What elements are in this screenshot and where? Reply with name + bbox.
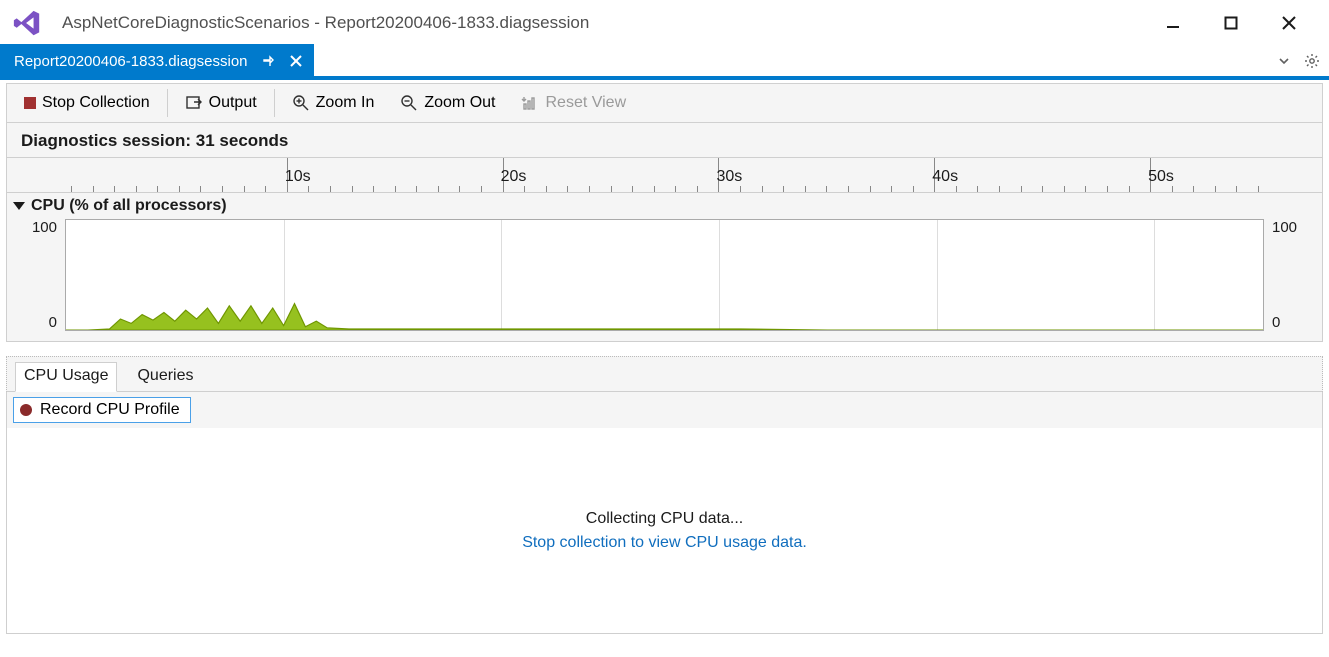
record-cpu-profile-button[interactable]: Record CPU Profile <box>13 397 191 423</box>
cpu-chart-header[interactable]: CPU (% of all processors) <box>13 197 1316 215</box>
reset-view-icon <box>521 94 539 112</box>
stop-label: Stop Collection <box>42 94 150 112</box>
zoom-out-button[interactable]: Zoom Out <box>387 87 508 119</box>
spacer <box>6 342 1323 356</box>
stop-icon <box>24 97 36 109</box>
cpu-chart-title: CPU (% of all processors) <box>31 197 227 215</box>
collecting-status: Collecting CPU data... <box>586 510 743 528</box>
window-controls <box>1155 5 1307 41</box>
y-min-label: 0 <box>49 314 57 331</box>
zoom-out-label: Zoom Out <box>424 94 495 112</box>
stop-collection-button[interactable]: Stop Collection <box>11 87 163 119</box>
output-label: Output <box>209 94 257 112</box>
document-tab[interactable]: Report20200406-1833.diagsession <box>0 44 314 78</box>
record-icon <box>20 404 32 416</box>
output-button[interactable]: Output <box>172 87 270 119</box>
title-bar: AspNetCoreDiagnosticScenarios - Report20… <box>0 0 1329 46</box>
vs-logo-icon <box>10 6 44 40</box>
ruler-tick-label: 20s <box>501 168 527 186</box>
zoom-out-icon <box>400 94 418 112</box>
y-min-r-label: 0 <box>1272 314 1280 331</box>
ruler-tick-label: 40s <box>932 168 958 186</box>
tab-queries[interactable]: Queries <box>129 363 201 391</box>
y-axis-left: 100 0 <box>13 219 65 331</box>
ruler-tick-label: 30s <box>716 168 742 186</box>
zoom-in-label: Zoom In <box>316 94 375 112</box>
timeline-ruler[interactable]: 10s 20s 30s 40s 50s <box>6 157 1323 193</box>
zoom-in-icon <box>292 94 310 112</box>
ruler-tick-label: 10s <box>285 168 311 186</box>
session-duration-label: Diagnostics session: 31 seconds <box>6 123 1323 157</box>
cpu-usage-toolbar: Record CPU Profile <box>6 392 1323 428</box>
gear-icon[interactable] <box>1303 52 1321 70</box>
reset-view-button: Reset View <box>508 87 639 119</box>
cpu-chart-section: CPU (% of all processors) 100 0 100 0 <box>6 193 1323 342</box>
zoom-in-button[interactable]: Zoom In <box>279 87 388 119</box>
y-axis-right: 100 0 <box>1264 219 1316 331</box>
diagnostics-toolbar: Stop Collection Output Zoom In Zoom Out … <box>6 83 1323 123</box>
detail-tabs: CPU Usage Queries <box>6 356 1323 392</box>
output-icon <box>185 94 203 112</box>
collapse-triangle-icon <box>13 202 25 210</box>
toolbar-separator <box>274 89 275 117</box>
y-max-label: 100 <box>32 219 57 236</box>
close-button[interactable] <box>1271 5 1307 41</box>
document-tab-row: Report20200406-1833.diagsession <box>0 46 1329 80</box>
window-title: AspNetCoreDiagnosticScenarios - Report20… <box>62 13 1155 33</box>
reset-view-label: Reset View <box>545 94 626 112</box>
cpu-usage-content: Collecting CPU data... Stop collection t… <box>6 428 1323 634</box>
ruler-tick-label: 50s <box>1148 168 1174 186</box>
tab-cpu-usage[interactable]: CPU Usage <box>15 362 117 392</box>
close-tab-icon[interactable] <box>288 53 304 69</box>
pin-icon[interactable] <box>260 53 276 69</box>
record-label: Record CPU Profile <box>40 401 180 419</box>
cpu-chart-plot[interactable] <box>65 219 1264 331</box>
tab-overflow-icon[interactable] <box>1275 52 1293 70</box>
toolbar-separator <box>167 89 168 117</box>
y-max-r-label: 100 <box>1272 219 1297 236</box>
minimize-button[interactable] <box>1155 5 1191 41</box>
maximize-button[interactable] <box>1213 5 1249 41</box>
document-tab-label: Report20200406-1833.diagsession <box>14 53 248 70</box>
stop-collection-hint-link[interactable]: Stop collection to view CPU usage data. <box>522 534 807 552</box>
